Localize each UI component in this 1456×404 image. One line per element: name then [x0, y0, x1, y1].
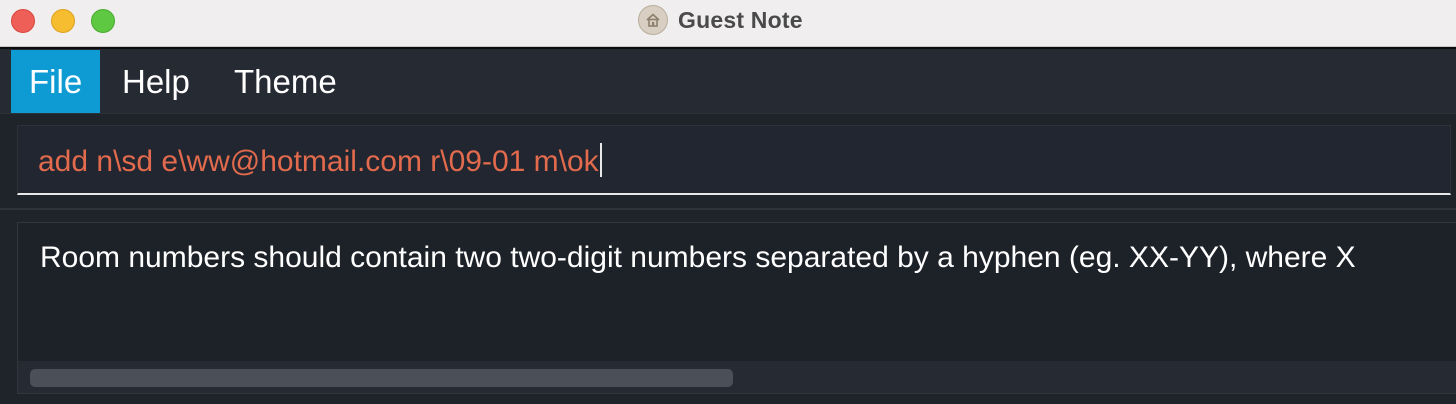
house-icon	[638, 5, 668, 35]
command-text: add n\sd e\ww@hotmail.com r\09-01 m\ok	[38, 143, 602, 179]
command-input[interactable]: add n\sd e\ww@hotmail.com r\09-01 m\ok	[17, 125, 1451, 195]
command-box-container: add n\sd e\ww@hotmail.com r\09-01 m\ok	[0, 113, 1456, 209]
result-message: Room numbers should contain two two-digi…	[40, 241, 1356, 274]
scrollbar-thumb[interactable]	[30, 369, 733, 387]
result-display[interactable]: Room numbers should contain two two-digi…	[17, 222, 1456, 394]
menu-bar: File Help Theme	[0, 47, 1456, 113]
app-window: Guest Note File Help Theme add n\sd e\ww…	[0, 0, 1456, 404]
zoom-button[interactable]	[91, 9, 115, 33]
title-bar: Guest Note	[0, 0, 1456, 47]
menu-theme[interactable]: Theme	[216, 50, 355, 113]
result-display-container: Room numbers should contain two two-digi…	[0, 208, 1456, 404]
menu-file[interactable]: File	[11, 50, 100, 113]
horizontal-scrollbar[interactable]	[18, 361, 1456, 393]
close-button[interactable]	[11, 9, 35, 33]
minimize-button[interactable]	[51, 9, 75, 33]
text-caret	[599, 143, 602, 177]
window-title: Guest Note	[678, 7, 803, 33]
menu-help[interactable]: Help	[104, 50, 208, 113]
command-value: add n\sd e\ww@hotmail.com r\09-01 m\ok	[38, 145, 599, 178]
